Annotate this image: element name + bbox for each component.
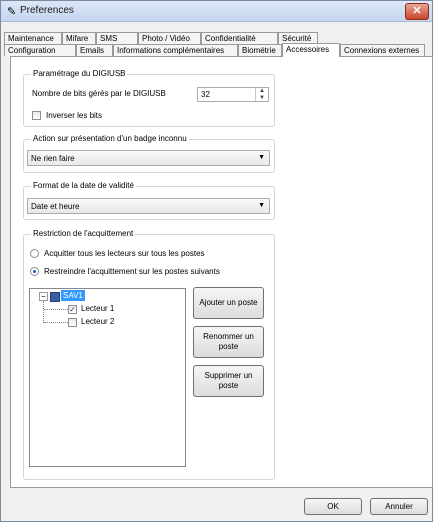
ack-all-label: Acquitter tous les lecteurs sur tous les… <box>44 249 205 258</box>
reader1-checkbox[interactable]: ✓ <box>68 305 77 314</box>
ack-some-label: Restreindre l'acquittement sur les poste… <box>44 267 220 276</box>
ack-legend: Restriction de l'acquittement <box>31 229 136 238</box>
title-bar: ✎ Preferences ✕ <box>1 1 432 22</box>
tree-line <box>44 322 68 323</box>
tab-confidentialite[interactable]: Confidentialité <box>201 32 278 44</box>
badge-action-value: Ne rien faire <box>31 154 75 163</box>
tab-connexions-externes[interactable]: Connexions externes <box>340 44 425 56</box>
tab-informations-complementaires[interactable]: Informations complémentaires <box>113 44 238 56</box>
collapse-icon[interactable]: − <box>39 292 48 301</box>
tab-mifare[interactable]: Mifare <box>62 32 96 44</box>
window-title: Preferences <box>20 5 74 16</box>
tree-item-reader2[interactable]: Lecteur 2 <box>81 317 114 326</box>
tab-accessoires[interactable]: Accessoires <box>282 43 340 57</box>
date-format-value: Date et heure <box>31 202 80 211</box>
ack-all-radio[interactable] <box>30 249 39 258</box>
chevron-down-icon: ▼ <box>258 154 265 161</box>
tab-biometrie[interactable]: Biométrie <box>238 44 282 56</box>
computer-icon <box>50 292 60 302</box>
badge-action-legend: Action sur présentation d'un badge incon… <box>31 134 189 143</box>
cancel-button[interactable]: Annuler <box>370 498 428 515</box>
close-button[interactable]: ✕ <box>405 3 429 20</box>
invert-bits-label: Inverser les bits <box>46 111 103 120</box>
postes-tree[interactable]: − SAV1 ✓ Lecteur 1 Lecteur 2 <box>29 288 186 467</box>
rename-poste-button[interactable]: Renommer un poste <box>193 326 264 358</box>
reader2-checkbox[interactable] <box>68 318 77 327</box>
bits-spinner[interactable]: 32 ▲ ▼ <box>197 87 269 102</box>
ok-button[interactable]: OK <box>304 498 362 515</box>
date-format-select[interactable]: Date et heure ▼ <box>27 198 270 214</box>
tab-configuration[interactable]: Configuration <box>4 44 76 56</box>
preferences-window: ✎ Preferences ✕ Maintenance Mifare SMS P… <box>0 0 433 522</box>
tab-emails[interactable]: Emails <box>76 44 113 56</box>
tree-item-sav1[interactable]: SAV1 <box>61 290 85 301</box>
digiusb-legend: Paramétrage du DIGIUSB <box>31 69 128 78</box>
bits-value: 32 <box>201 90 210 99</box>
bits-label: Nombre de bits gérés par le DIGIUSB <box>32 89 166 98</box>
delete-poste-button[interactable]: Supprimer un poste <box>193 365 264 397</box>
pencil-icon: ✎ <box>7 6 17 18</box>
dialog-footer: OK Annuler <box>1 491 432 521</box>
spinner-arrows-icon[interactable]: ▲ ▼ <box>255 88 268 101</box>
tab-photo-video[interactable]: Photo / Vidéo <box>138 32 201 44</box>
date-format-legend: Format de la date de validité <box>31 181 136 190</box>
tab-sms[interactable]: SMS <box>96 32 138 44</box>
chevron-down-icon: ▼ <box>258 202 265 209</box>
badge-action-select[interactable]: Ne rien faire ▼ <box>27 150 270 166</box>
add-poste-button[interactable]: Ajouter un poste <box>193 287 264 319</box>
tree-line <box>43 301 45 323</box>
tab-maintenance[interactable]: Maintenance <box>4 32 62 44</box>
tree-line <box>44 309 68 310</box>
invert-bits-checkbox[interactable] <box>32 111 41 120</box>
tree-item-reader1[interactable]: Lecteur 1 <box>81 304 114 313</box>
ack-some-radio[interactable] <box>30 267 39 276</box>
